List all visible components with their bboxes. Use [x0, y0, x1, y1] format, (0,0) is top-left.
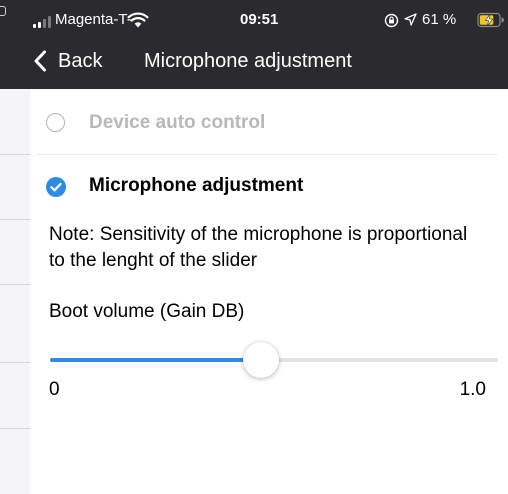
- status-time: 09:51: [240, 11, 279, 28]
- background-divider: [0, 428, 30, 429]
- slider-thumb[interactable]: [243, 342, 279, 378]
- battery-percentage: 61 %: [422, 11, 457, 28]
- settings-content: Device auto control Microphone adjustmen…: [30, 89, 508, 494]
- status-bar: Magenta-T- 09:51 61 %: [30, 0, 508, 40]
- background-divider: [0, 219, 30, 220]
- signal-icon: [33, 16, 51, 28]
- slider-max-label: 1.0: [459, 379, 486, 400]
- orientation-lock-icon: [384, 13, 399, 28]
- option-device-auto-control[interactable]: Device auto control: [30, 89, 508, 155]
- background-divider: [0, 362, 30, 363]
- sensitivity-note: Note: Sensitivity of the microphone is p…: [49, 224, 468, 271]
- location-icon: [404, 13, 417, 26]
- background-battery-icon: [0, 6, 6, 16]
- battery-charging-icon: [477, 12, 504, 28]
- option-microphone-adjustment[interactable]: Microphone adjustment: [30, 155, 508, 215]
- radio-unselected-icon[interactable]: [46, 113, 65, 132]
- background-divider: [0, 284, 30, 285]
- slider-label: Boot volume (Gain DB): [49, 301, 245, 322]
- chevron-left-icon[interactable]: [32, 50, 48, 72]
- back-button[interactable]: Back: [58, 50, 102, 73]
- microphone-adjustment-screen: Magenta-T- 09:51 61 % Back Microphone ad…: [30, 0, 508, 494]
- background-divider: [0, 154, 30, 155]
- navigation-bar: Back Microphone adjustment: [30, 40, 508, 89]
- slider-min-label: 0: [49, 379, 60, 400]
- background-screen-edge: [0, 0, 30, 494]
- slider-fill: [50, 358, 261, 362]
- page-title: Microphone adjustment: [144, 50, 352, 72]
- top-bar: Magenta-T- 09:51 61 % Back Microphone ad…: [30, 0, 508, 89]
- radio-checked-icon[interactable]: [46, 177, 66, 197]
- background-header: [0, 0, 30, 89]
- gain-slider[interactable]: [50, 342, 498, 378]
- option-label: Device auto control: [89, 112, 266, 133]
- option-label: Microphone adjustment: [89, 175, 304, 196]
- wifi-icon: [127, 12, 149, 28]
- carrier-name: Magenta-T-: [55, 11, 132, 28]
